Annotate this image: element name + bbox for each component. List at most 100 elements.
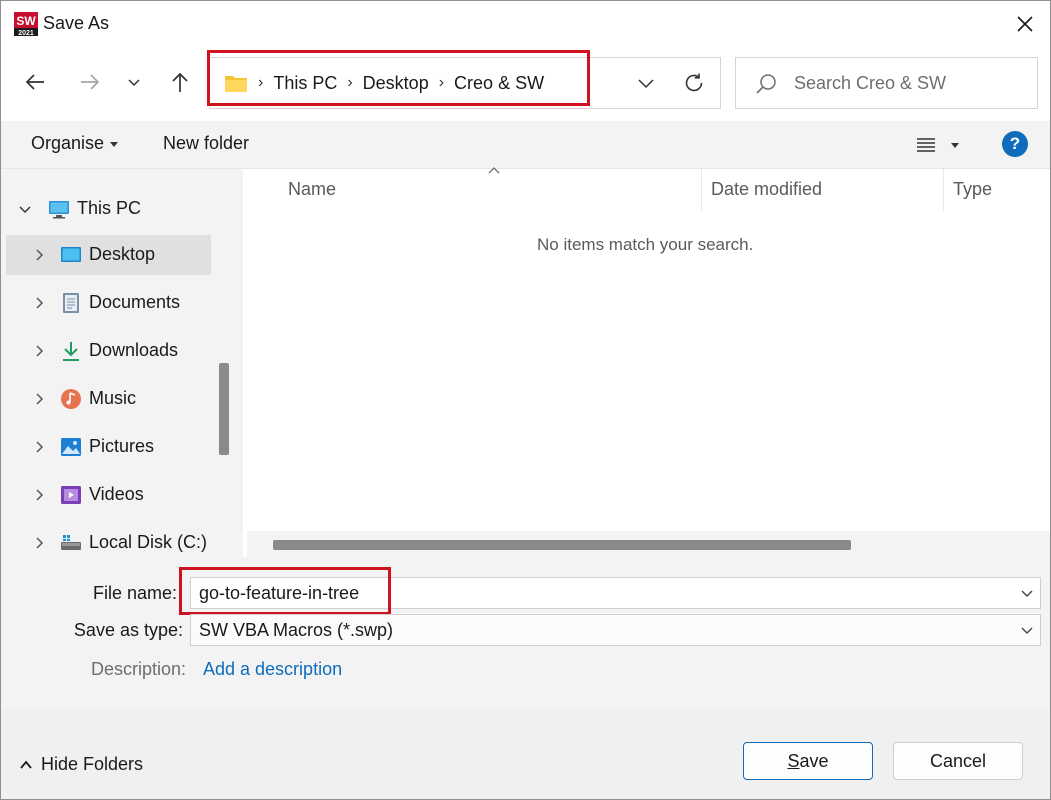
back-button[interactable] (18, 65, 52, 99)
solidworks-2021-icon: SW 2021 (13, 11, 39, 37)
pictures-icon (61, 438, 81, 456)
chevron-right-icon (36, 393, 44, 405)
cancel-button[interactable]: Cancel (893, 742, 1023, 780)
chevron-right-icon (36, 345, 44, 357)
close-button[interactable] (1000, 1, 1050, 47)
pc-icon (49, 201, 69, 219)
chevron-down-icon[interactable] (1020, 586, 1034, 600)
tree-item-desktop[interactable]: Desktop (6, 235, 211, 275)
chevron-right-icon (36, 489, 44, 501)
view-options-button[interactable] (915, 132, 965, 158)
command-bar: Organise New folder (1, 121, 1050, 169)
chevron-down-icon (1021, 627, 1033, 634)
help-button[interactable]: ? (1002, 131, 1028, 157)
column-divider[interactable] (943, 169, 944, 211)
sort-ascending-icon (488, 167, 500, 174)
horizontal-scrollbar[interactable] (247, 531, 1050, 557)
column-header-date-modified[interactable]: Date modified (711, 179, 822, 200)
search-box[interactable] (735, 57, 1038, 109)
search-input[interactable] (794, 58, 1024, 108)
breadcrumb-separator: › (347, 74, 353, 91)
tree-label: Videos (89, 484, 144, 504)
svg-text:SW: SW (16, 14, 36, 28)
chevron-up-icon (20, 760, 32, 769)
chevron-down-icon (128, 79, 140, 87)
chevron-right-icon (36, 249, 44, 261)
save-as-type-label: Save as type: (73, 620, 183, 640)
recent-locations-button[interactable] (117, 65, 151, 99)
list-view-icon (917, 138, 935, 152)
new-folder-button[interactable]: New folder (163, 133, 249, 154)
breadcrumb-separator: › (258, 74, 264, 91)
tree-label: Music (89, 388, 137, 408)
add-description-link[interactable]: Add a description (203, 659, 342, 680)
tree-item-documents[interactable]: Documents (6, 283, 211, 323)
file-name-label: File name: (92, 583, 177, 603)
tree-label: This PC (77, 198, 142, 218)
hide-folders-button[interactable]: Hide Folders (19, 754, 143, 775)
tree-item-videos[interactable]: Videos (6, 475, 211, 515)
navigation-pane-scrollbar[interactable] (219, 363, 229, 455)
tree-label: Desktop (89, 244, 156, 264)
description-label: Description: (90, 659, 186, 679)
desktop-icon (61, 247, 81, 262)
chevron-right-icon (36, 441, 44, 453)
tree-item-pictures[interactable]: Pictures (6, 427, 211, 467)
drive-icon (61, 535, 81, 550)
refresh-icon (685, 73, 703, 92)
save-as-dialog: SW 2021 Save As › This PC › Desktop › Cr… (0, 0, 1051, 800)
save-as-type-select[interactable]: SW VBA Macros (*.swp) (190, 614, 1041, 646)
file-name-value[interactable]: go-to-feature-in-tree (199, 583, 359, 604)
breadcrumb-this-pc[interactable]: This PC (273, 73, 337, 94)
navigation-pane: This PC Desktop Documents Downloads Musi… (1, 169, 239, 557)
column-header-name[interactable]: Name (288, 179, 336, 200)
tree-item-this-pc[interactable]: This PC (6, 189, 211, 229)
column-header-type[interactable]: Type (953, 179, 992, 200)
organise-menu-button[interactable]: Organise (31, 133, 119, 154)
chevron-down-icon (19, 206, 31, 214)
downloads-icon (63, 342, 79, 361)
tree-label: Downloads (89, 340, 179, 360)
column-divider[interactable] (701, 169, 702, 211)
up-button[interactable] (163, 65, 197, 99)
search-icon (756, 74, 776, 94)
videos-icon (61, 486, 81, 504)
file-list: Name Date modified Type No items match y… (239, 167, 1050, 557)
breadcrumb-desktop[interactable]: Desktop (363, 73, 429, 94)
breadcrumb-creo-sw[interactable]: Creo & SW (454, 73, 544, 94)
title-bar: SW 2021 Save As (1, 1, 1050, 47)
dialog-title: Save As (43, 13, 110, 33)
documents-icon (63, 293, 79, 313)
tree-item-music[interactable]: Music (6, 379, 211, 419)
tree-item-local-disk[interactable]: Local Disk (C:) (6, 523, 211, 557)
address-bar[interactable]: › This PC › Desktop › Creo & SW (209, 57, 721, 109)
horizontal-scrollbar-thumb[interactable] (273, 540, 851, 550)
address-history-button[interactable] (628, 66, 664, 100)
tree-label: Pictures (89, 436, 155, 456)
chevron-right-icon (36, 537, 44, 549)
tree-label: Local Disk (C:) (89, 532, 208, 552)
save-as-type-value: SW VBA Macros (*.swp) (199, 620, 394, 640)
empty-message: No items match your search. (537, 235, 754, 254)
caret-down-icon (951, 142, 959, 148)
arrow-right-icon (81, 74, 100, 90)
organise-label: Organise (31, 133, 105, 153)
chevron-right-icon (36, 297, 44, 309)
refresh-button[interactable] (676, 66, 712, 100)
arrow-up-icon (172, 72, 188, 92)
app-icon-year: 2021 (18, 30, 34, 37)
close-icon (1017, 16, 1033, 32)
hide-folders-label: Hide Folders (41, 754, 144, 774)
file-name-field[interactable]: go-to-feature-in-tree (190, 577, 1041, 609)
folder-icon (225, 76, 247, 92)
navigation-bar: › This PC › Desktop › Creo & SW (1, 47, 1050, 121)
breadcrumb: › This PC › Desktop › Creo & SW (224, 58, 544, 108)
breadcrumb-separator: › (438, 74, 445, 91)
tree-item-downloads[interactable]: Downloads (6, 331, 211, 371)
forward-button[interactable] (73, 65, 107, 99)
music-icon (61, 389, 81, 409)
save-button[interactable]: Save (743, 742, 873, 780)
arrow-left-icon (25, 74, 44, 90)
tree-label: Documents (89, 292, 181, 312)
chevron-down-icon (638, 79, 654, 89)
